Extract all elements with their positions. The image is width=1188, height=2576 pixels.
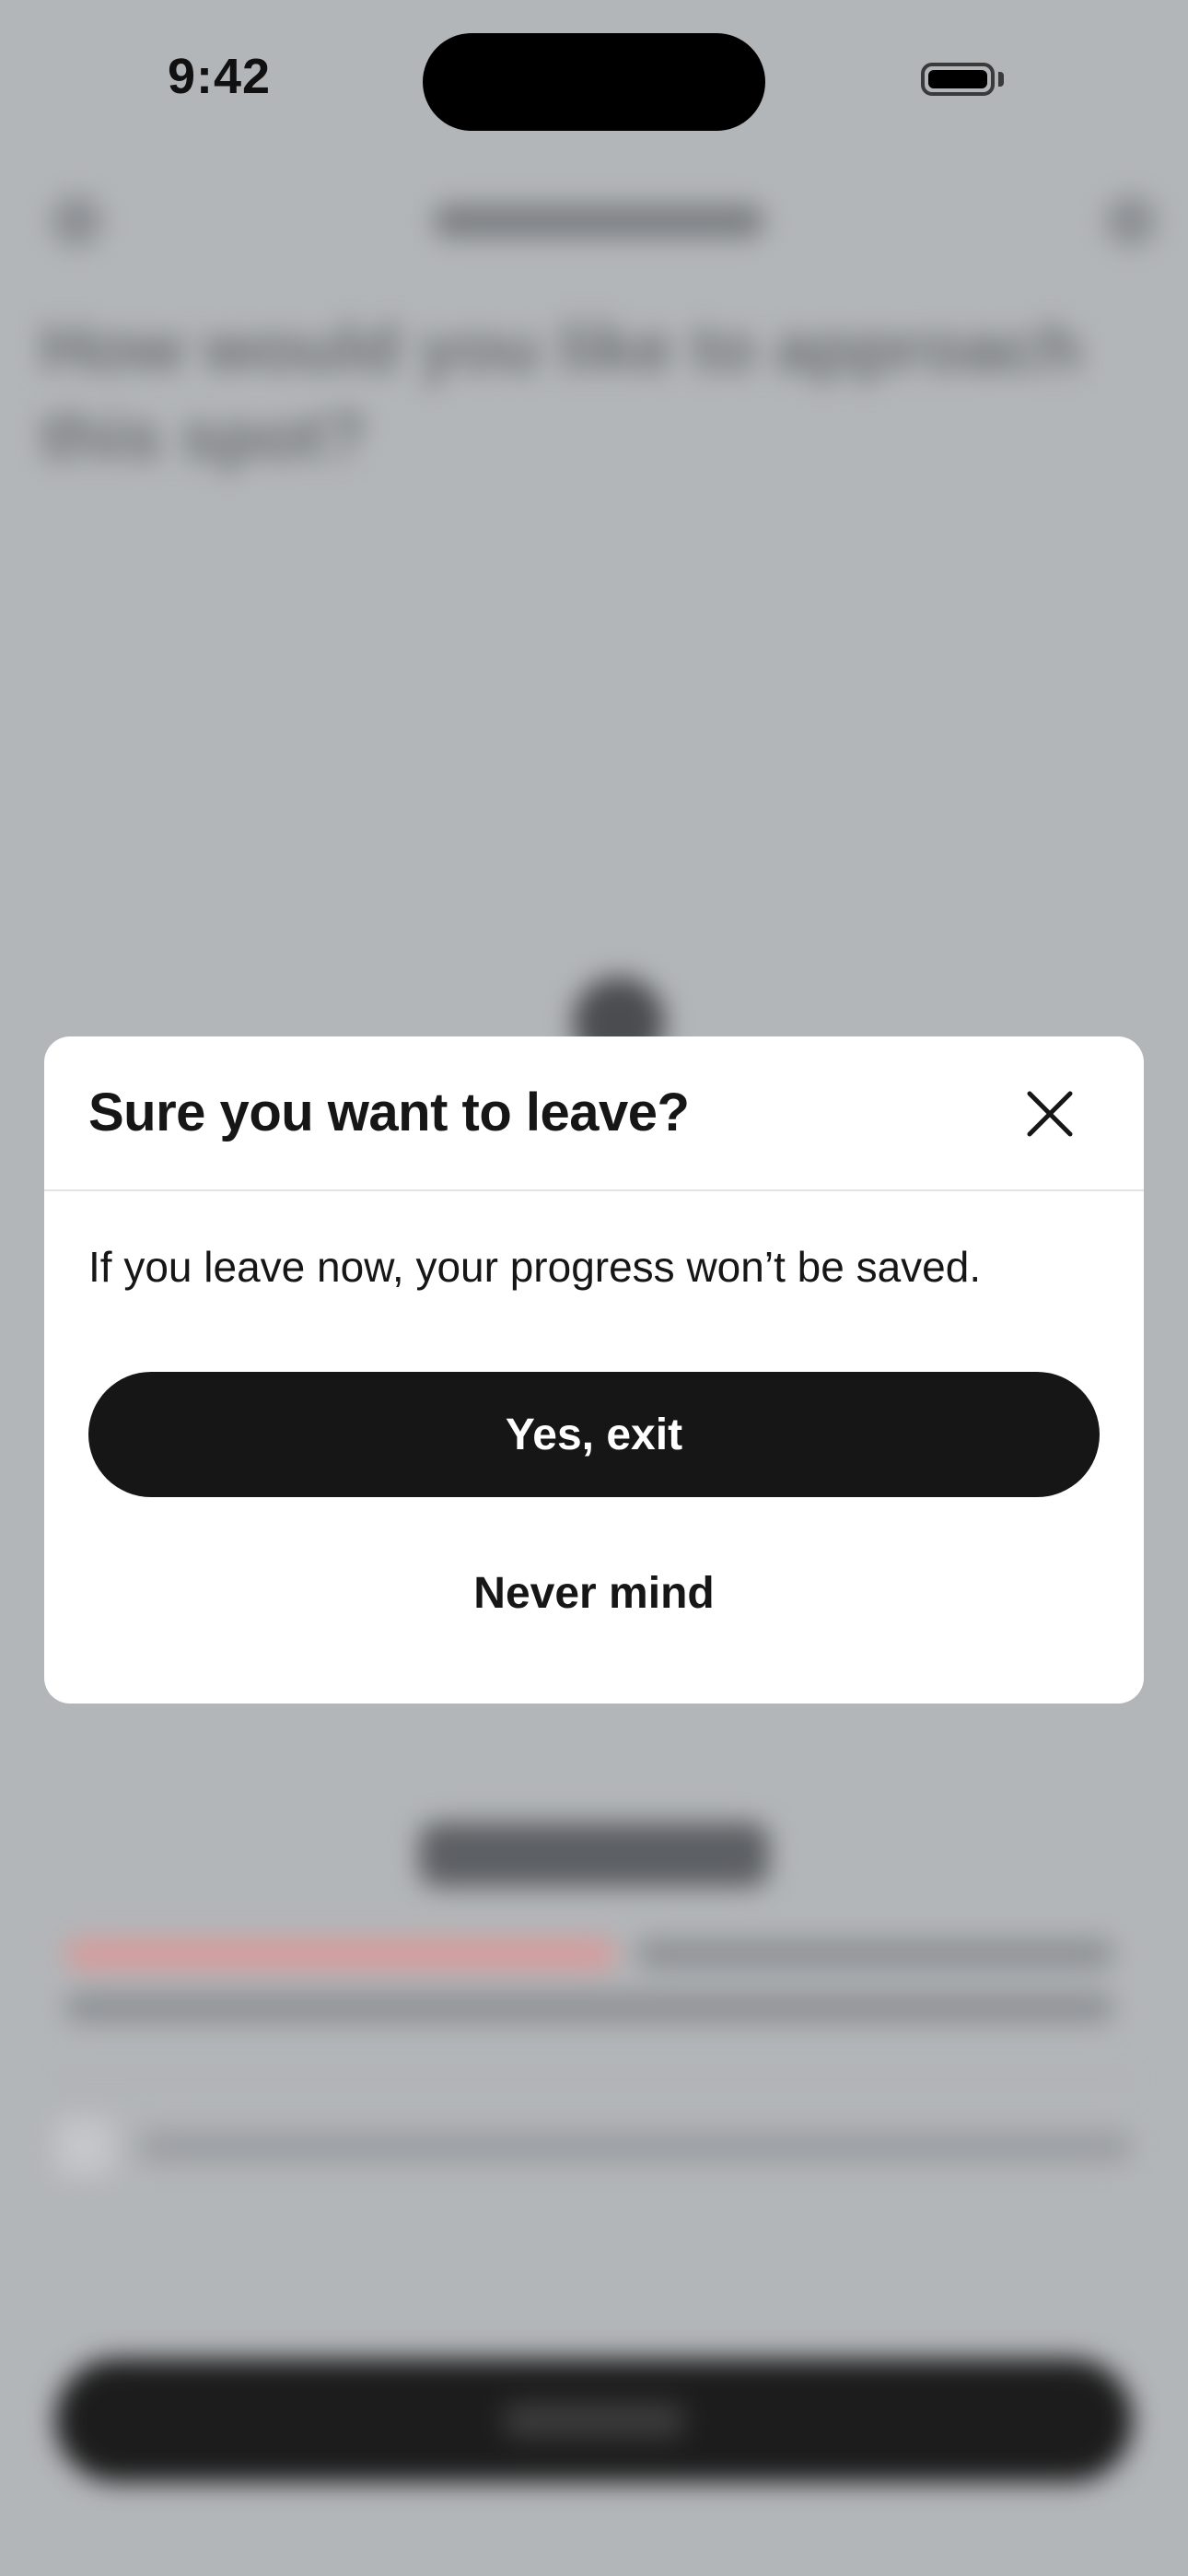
background-link-placeholder bbox=[64, 1938, 617, 1970]
help-icon bbox=[1105, 195, 1157, 247]
background-subtitle-placeholder bbox=[419, 1822, 769, 1887]
back-icon bbox=[51, 195, 102, 247]
never-mind-button[interactable]: Never mind bbox=[88, 1549, 1100, 1637]
dialog-message: If you leave now, your progress won’t be… bbox=[88, 1243, 982, 1291]
background-text-placeholder bbox=[635, 1938, 1114, 1970]
background-question: How would you like to approach this spot… bbox=[41, 310, 1082, 474]
nav-title-placeholder bbox=[433, 205, 764, 238]
background-continue-label-placeholder bbox=[502, 2403, 686, 2438]
dialog-title: Sure you want to leave? bbox=[88, 1083, 690, 1142]
close-icon bbox=[1027, 1091, 1073, 1137]
background-divider bbox=[55, 2078, 1133, 2081]
leave-confirmation-dialog: Sure you want to leave? If you leave now… bbox=[44, 1036, 1144, 1704]
close-button[interactable] bbox=[1019, 1083, 1081, 1145]
background-checkbox-label-placeholder bbox=[138, 2130, 1133, 2163]
background-text-placeholder bbox=[64, 1992, 1114, 2023]
background-checkbox bbox=[55, 2117, 114, 2176]
dialog-header: Sure you want to leave? bbox=[44, 1036, 1144, 1191]
yes-exit-button[interactable]: Yes, exit bbox=[88, 1372, 1100, 1497]
